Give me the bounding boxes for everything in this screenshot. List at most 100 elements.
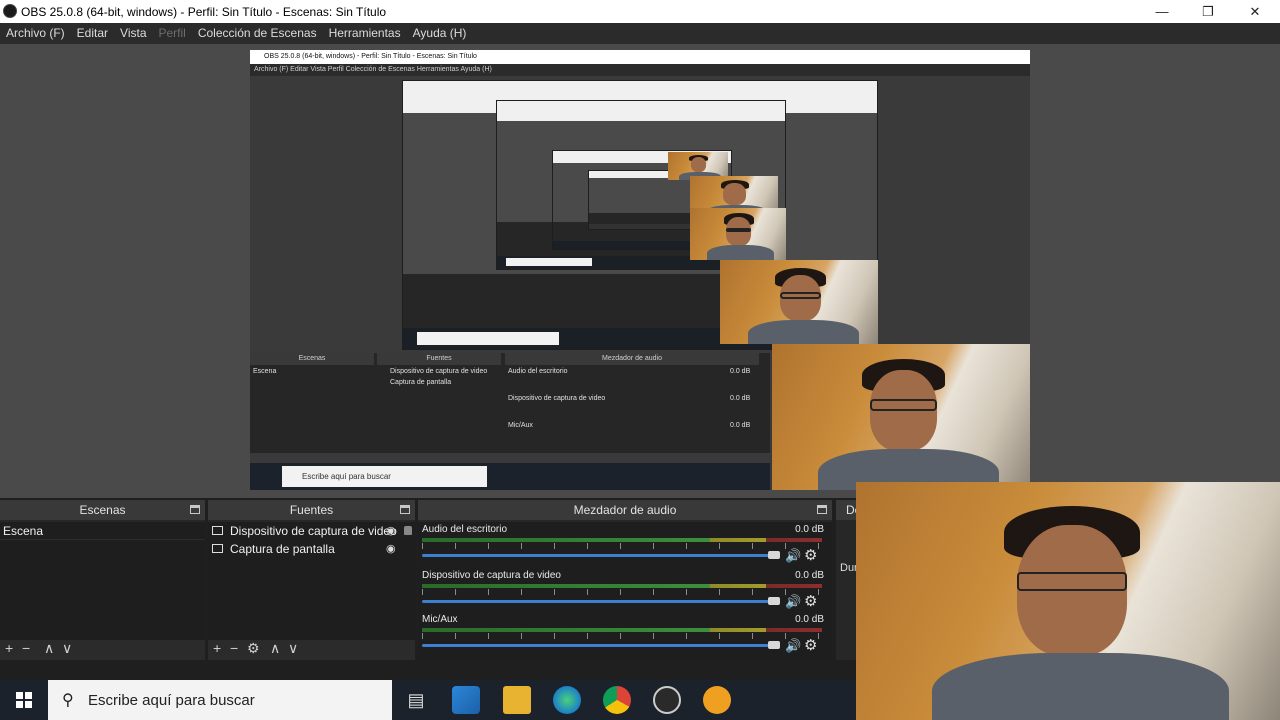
- monitor-icon: [212, 544, 223, 553]
- channel-name: Mic/Aux: [422, 614, 458, 625]
- volume-slider-handle[interactable]: [768, 551, 780, 559]
- menu-ayuda[interactable]: Ayuda (H): [407, 23, 473, 44]
- nested-sources-header: Fuentes: [377, 353, 501, 365]
- mixer-channel-desktop: Audio del escritorio 0.0 dB 🔊 ⚙: [418, 524, 832, 568]
- add-scene-button[interactable]: +: [5, 640, 13, 656]
- chrome-icon[interactable]: [603, 686, 631, 714]
- close-icon[interactable]: ✕: [1232, 0, 1278, 23]
- scenes-list: Escena: [0, 522, 205, 640]
- menu-herramientas[interactable]: Herramientas: [323, 23, 407, 44]
- lock-icon[interactable]: [404, 526, 412, 535]
- volume-slider-handle[interactable]: [768, 641, 780, 649]
- app-orange-icon[interactable]: [703, 686, 731, 714]
- nested-obs-capture: OBS 25.0.8 (64-bit, windows) - Perfil: S…: [250, 50, 1030, 490]
- nested-docks: Escenas Fuentes Mezdador de audio Escena…: [250, 353, 770, 453]
- task-view-icon[interactable]: ▤: [402, 686, 430, 714]
- gear-icon[interactable]: ⚙: [804, 592, 817, 610]
- vscode-icon[interactable]: [452, 686, 480, 714]
- menu-coleccion-escenas[interactable]: Colección de Escenas: [192, 23, 323, 44]
- webcam-mini-3: [690, 208, 786, 260]
- nested-search: Escribe aquí para buscar: [282, 466, 487, 487]
- window-title: OBS 25.0.8 (64-bit, windows) - Perfil: S…: [21, 5, 387, 19]
- channel-name: Audio del escritorio: [422, 524, 508, 535]
- remove-scene-button[interactable]: −: [22, 640, 30, 656]
- channel-db: 0.0 dB: [795, 614, 824, 625]
- nested-db-2: 0.0 dB: [730, 395, 751, 402]
- webcam-mini-2: [720, 260, 878, 344]
- volume-meter: [422, 538, 822, 542]
- nested-channel-3: Mic/Aux: [508, 422, 533, 429]
- channel-name: Dispositivo de captura de video: [422, 570, 561, 581]
- nested-source-2: Captura de pantalla: [390, 379, 452, 386]
- menu-editar[interactable]: Editar: [71, 23, 114, 44]
- menu-archivo[interactable]: Archivo (F): [0, 23, 71, 44]
- move-up-button[interactable]: ∧: [270, 640, 280, 657]
- taskbar-search[interactable]: ⚲ Escribe aquí para buscar: [48, 680, 392, 720]
- obs-app-icon: [3, 4, 17, 18]
- remove-source-button[interactable]: −: [230, 640, 238, 656]
- sources-panel: Fuentes Dispositivo de captura de video …: [208, 500, 415, 660]
- sources-footer: + − ⚙ ∧ ∨: [208, 640, 415, 660]
- obs-icon[interactable]: [653, 686, 681, 714]
- file-explorer-icon[interactable]: [503, 686, 531, 714]
- start-button[interactable]: [0, 680, 48, 720]
- nested-channel-1: Audio del escritorio: [508, 368, 568, 375]
- volume-slider-handle[interactable]: [768, 597, 780, 605]
- windows-logo-icon: [16, 692, 32, 708]
- source-label: Dispositivo de captura de video: [230, 524, 397, 538]
- nested-db-3: 0.0 dB: [730, 422, 751, 429]
- sources-list: Dispositivo de captura de video ◉ Captur…: [208, 522, 415, 640]
- nested-db-1: 0.0 dB: [730, 368, 751, 375]
- source-properties-button[interactable]: ⚙: [247, 640, 260, 657]
- nested-mixer-header: Mezdador de audio: [505, 353, 759, 365]
- restore-icon[interactable]: ❐: [1185, 0, 1231, 23]
- preview-canvas[interactable]: OBS 25.0.8 (64-bit, windows) - Perfil: S…: [0, 44, 1280, 498]
- undock-icon[interactable]: [400, 505, 410, 514]
- gear-icon[interactable]: ⚙: [804, 546, 817, 564]
- undock-icon[interactable]: [190, 505, 200, 514]
- webcam-overlay: [856, 482, 1280, 720]
- source-item[interactable]: Dispositivo de captura de video ◉: [208, 522, 415, 540]
- mixer-channel-mic: Mic/Aux 0.0 dB 🔊 ⚙: [418, 614, 832, 658]
- speaker-icon[interactable]: 🔊: [785, 638, 801, 654]
- move-down-button[interactable]: ∨: [288, 640, 298, 657]
- speaker-icon[interactable]: 🔊: [785, 548, 801, 564]
- volume-slider[interactable]: [422, 554, 774, 557]
- source-label: Captura de pantalla: [230, 542, 335, 556]
- search-placeholder: Escribe aquí para buscar: [88, 692, 255, 709]
- visibility-eye-icon[interactable]: ◉: [386, 524, 396, 537]
- camera-icon: [212, 526, 223, 535]
- sources-title: Fuentes: [289, 503, 334, 517]
- speaker-icon[interactable]: 🔊: [785, 594, 801, 610]
- search-icon: ⚲: [62, 692, 74, 709]
- scenes-title: Escenas: [79, 503, 126, 517]
- mixer-header: Mezdador de audio: [418, 500, 832, 520]
- meter-ticks: [422, 633, 822, 639]
- channel-db: 0.0 dB: [795, 570, 824, 581]
- gear-icon[interactable]: ⚙: [804, 636, 817, 654]
- undock-icon[interactable]: [817, 505, 827, 514]
- scene-item[interactable]: Escena: [0, 522, 205, 540]
- move-down-button[interactable]: ∨: [62, 640, 72, 657]
- scenes-header: Escenas: [0, 500, 205, 520]
- nested-source-1: Dispositivo de captura de video: [390, 368, 488, 375]
- visibility-eye-icon[interactable]: ◉: [386, 542, 396, 555]
- move-up-button[interactable]: ∧: [44, 640, 54, 657]
- menu-perfil[interactable]: Perfil: [153, 23, 192, 44]
- nested-menu: Archivo (F) Editar Vista Perfil Colecció…: [250, 64, 1030, 76]
- volume-meter: [422, 584, 822, 588]
- edge-beta-icon[interactable]: [553, 686, 581, 714]
- mixer-channel-video: Dispositivo de captura de video 0.0 dB 🔊…: [418, 570, 832, 614]
- windows-taskbar: ⚲ Escribe aquí para buscar ▤: [0, 680, 856, 720]
- minimize-icon[interactable]: —: [1139, 0, 1185, 23]
- menu-bar: Archivo (F) Editar Vista Perfil Colecció…: [0, 23, 1280, 44]
- volume-slider[interactable]: [422, 644, 774, 647]
- nested-scenes-header: Escenas: [250, 353, 374, 365]
- nested-title: OBS 25.0.8 (64-bit, windows) - Perfil: S…: [250, 50, 1030, 64]
- mixer-channels: Audio del escritorio 0.0 dB 🔊 ⚙ Disposit…: [418, 522, 832, 660]
- volume-slider[interactable]: [422, 600, 774, 603]
- menu-vista[interactable]: Vista: [114, 23, 152, 44]
- source-item[interactable]: Captura de pantalla ◉: [208, 540, 415, 558]
- add-source-button[interactable]: +: [213, 640, 221, 656]
- nested-scene-item: Escena: [253, 368, 277, 375]
